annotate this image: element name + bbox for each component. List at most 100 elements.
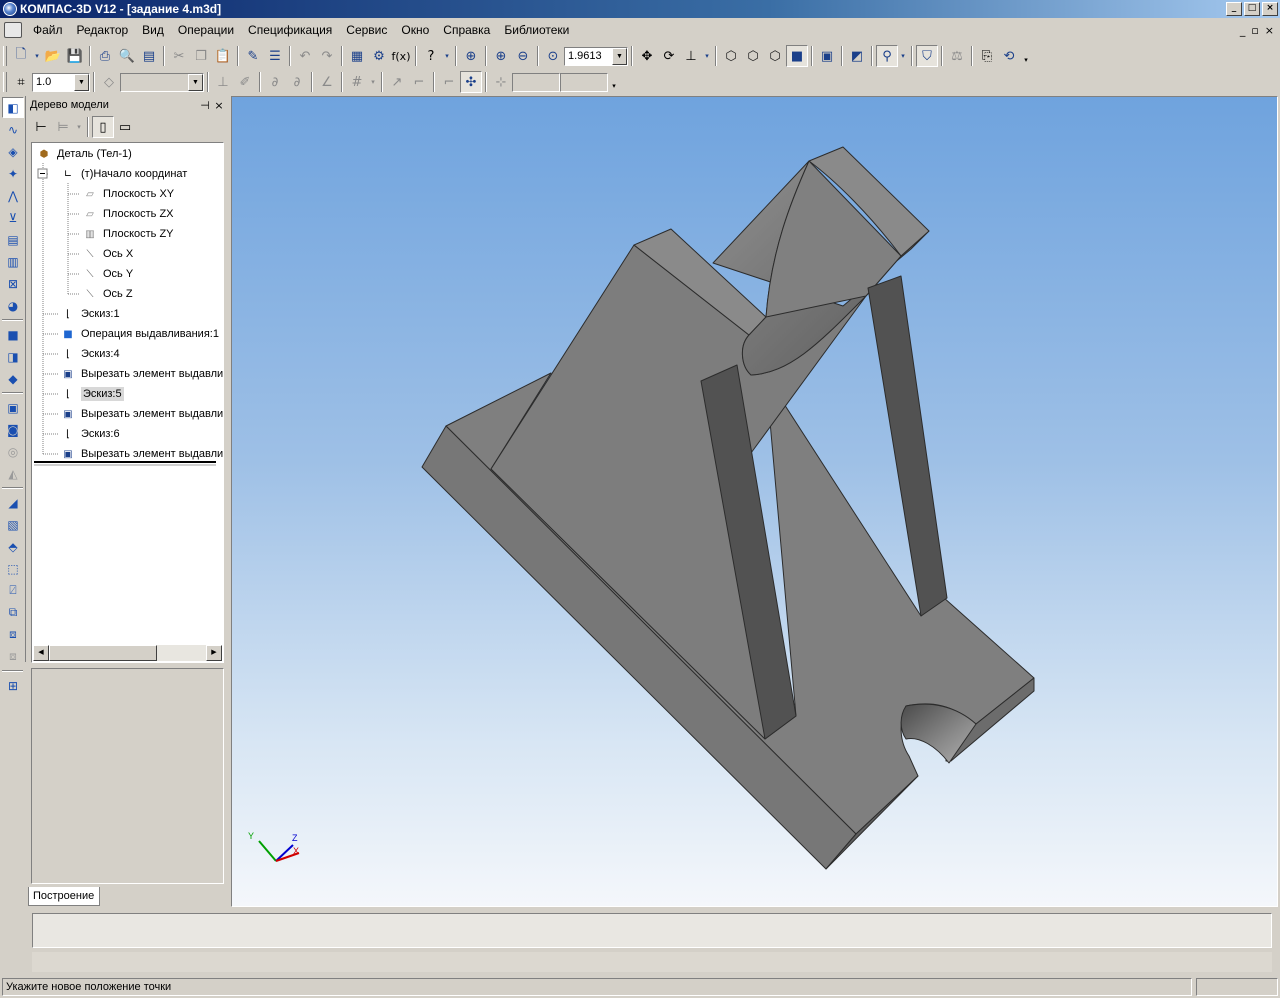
cs-icon[interactable]: ⌐ [408,71,430,93]
tree-item-cut-extrude-1[interactable]: ▣ Вырезать элемент выдавливания:1 [60,364,223,384]
close-button[interactable]: × [1262,2,1278,16]
toolbar-overflow-icon[interactable]: ▾ [610,70,618,94]
pin-icon[interactable]: ⊣ [198,99,212,112]
menu-file[interactable]: Файл [26,20,70,40]
menu-libraries[interactable]: Библиотеки [497,20,576,40]
menu-service[interactable]: Сервис [339,20,394,40]
chamfer-icon[interactable]: ▧ [2,514,24,535]
local-cs-icon[interactable]: ↗ [386,71,408,93]
menu-specification[interactable]: Спецификация [241,20,339,40]
rotate-icon[interactable]: ⟳ [658,45,680,67]
editing-part-icon[interactable]: ◧ [2,97,24,118]
redo-icon[interactable]: ↷ [316,45,338,67]
round-icon[interactable]: ✣ [460,71,482,93]
shell-icon[interactable]: ⬚ [2,558,24,579]
chevron-down-icon[interactable]: ▼ [612,47,627,65]
zoom-in-icon[interactable]: ⊕ [490,45,512,67]
filter-icon[interactable]: ⚲ [876,45,898,67]
rib-icon[interactable]: ⬘ [2,536,24,557]
cursor-step-icon[interactable]: ⌗ [10,71,32,93]
incline-icon[interactable]: ⍁ [2,580,24,601]
new-icon[interactable]: 🗋 [10,45,32,67]
help-dropdown-icon[interactable]: ▾ [442,45,452,67]
tree-item-axis-z[interactable]: ⟍ Ось Z [82,284,133,304]
cut-loft-icon[interactable]: ◭ [2,463,24,484]
snap-local-icon[interactable]: ∂ [286,71,308,93]
minimize-button[interactable]: _ [1226,2,1242,16]
new-dropdown-icon[interactable]: ▾ [32,45,42,67]
surfaces-icon[interactable]: ◈ [2,141,24,162]
sheet-metal-icon[interactable]: ◕ [2,295,24,316]
cut-rotate-icon[interactable]: ◙ [2,419,24,440]
sketch-plane-icon[interactable]: ⊥ [212,71,234,93]
cut-icon[interactable]: ✂ [168,45,190,67]
shaded-icon[interactable]: ■ [786,45,808,67]
zoom-window-icon[interactable]: ⊕ [460,45,482,67]
model-viewport[interactable]: Y Z X [231,96,1278,907]
sketch-edit-icon[interactable]: ✐ [234,71,256,93]
tree-item-axis-x[interactable]: ⟍ Ось X [82,244,134,264]
tangent-edges-icon[interactable]: ⬡ [764,45,786,67]
tree-item-axis-y[interactable]: ⟍ Ось Y [82,264,134,284]
chevron-down-icon[interactable]: ▼ [188,73,203,91]
wireframe-icon[interactable]: ⬡ [720,45,742,67]
arrays-icon[interactable]: ✦ [2,163,24,184]
cut-extrude-icon[interactable]: ▣ [2,397,24,418]
spatial-curves-icon[interactable]: ∿ [2,119,24,140]
tree-item-extrude-1[interactable]: ■ Операция выдавливания:1 [60,324,219,344]
orientation-dropdown-icon[interactable]: ▾ [702,45,712,67]
section-icon[interactable]: ⧉ [2,602,24,623]
menu-help[interactable]: Справка [436,20,497,40]
paste-icon[interactable]: 📋 [212,45,234,67]
menu-window[interactable]: Окно [394,20,436,40]
tree-filter-icon[interactable]: ⊨ [52,116,74,138]
angle-icon[interactable]: ∠ [316,71,338,93]
preview-icon[interactable]: ▤ [138,45,160,67]
tree-view-icon[interactable]: ▯ [92,116,114,138]
maximize-button[interactable]: □ [1244,2,1260,16]
filter-dropdown-icon[interactable]: ▾ [898,45,908,67]
tree-item-cut-extrude-2[interactable]: ▣ Вырезать элемент выдавливания:2 [60,404,223,424]
manager-icon[interactable]: ▦ [346,45,368,67]
tree-item-plane-xy[interactable]: ▱ Плоскость XY [82,184,174,204]
rebuild-icon[interactable]: ⎘ [976,45,998,67]
layer-combo[interactable]: ▼ [120,72,204,92]
hidden-lines-icon[interactable]: ⬡ [742,45,764,67]
refresh-icon[interactable]: ⟲ [998,45,1020,67]
toolbar-grip[interactable] [3,72,7,92]
extrude-icon[interactable]: ■ [2,324,24,345]
properties-icon[interactable]: ✎ [242,45,264,67]
grid-icon[interactable]: # [346,71,368,93]
tree-item-sketch-6[interactable]: ⌊ Эскиз:6 [60,424,120,444]
diagnostics-icon[interactable]: ⊻ [2,207,24,228]
specification-icon[interactable]: ⊠ [2,273,24,294]
mirror-part-icon[interactable]: ⧈ [2,646,24,667]
rotate-op-icon[interactable]: ◨ [2,346,24,367]
grid-dropdown-icon[interactable]: ▾ [368,71,378,93]
toolbar-overflow-icon[interactable]: ▾ [1022,44,1030,68]
menu-edit[interactable]: Редактор [70,20,136,40]
doc-minimize-button[interactable]: _ [1240,24,1246,37]
variables-icon[interactable]: ⚙ [368,45,390,67]
snap-icon[interactable]: ∂ [264,71,286,93]
zoom-scale-icon[interactable]: ⊙ [542,45,564,67]
save-icon[interactable]: 💾 [64,45,86,67]
tree-horizontal-scrollbar[interactable]: ◀ ▶ [33,645,222,661]
doc-restore-button[interactable]: ▫ [1251,24,1258,37]
tree-item-part[interactable]: ⬢ Деталь (Тел-1) [36,144,132,164]
doc-close-button[interactable]: × [1265,24,1274,37]
measure-icon[interactable]: ▤ [2,229,24,250]
tree-item-sketch-1[interactable]: ⌊ Эскиз:1 [60,304,120,324]
help-icon[interactable]: ? [420,45,442,67]
fillet-icon[interactable]: ◢ [2,492,24,513]
tab-construction[interactable]: Построение [28,887,100,906]
auxiliary-geometry-icon[interactable]: ⋀ [2,185,24,206]
tree-item-plane-zx[interactable]: ▱ Плоскость ZX [82,204,173,224]
menu-view[interactable]: Вид [135,20,171,40]
filters-icon[interactable]: ▥ [2,251,24,272]
tree-item-cut-extrude-3[interactable]: ▣ Вырезать элемент выдавливания:3 [60,444,223,464]
tree-log-icon[interactable]: ▭ [114,116,136,138]
perspective-icon[interactable]: ◩ [846,45,868,67]
scroll-right-icon[interactable]: ▶ [206,645,222,661]
ortho-icon[interactable]: ⌐ [438,71,460,93]
